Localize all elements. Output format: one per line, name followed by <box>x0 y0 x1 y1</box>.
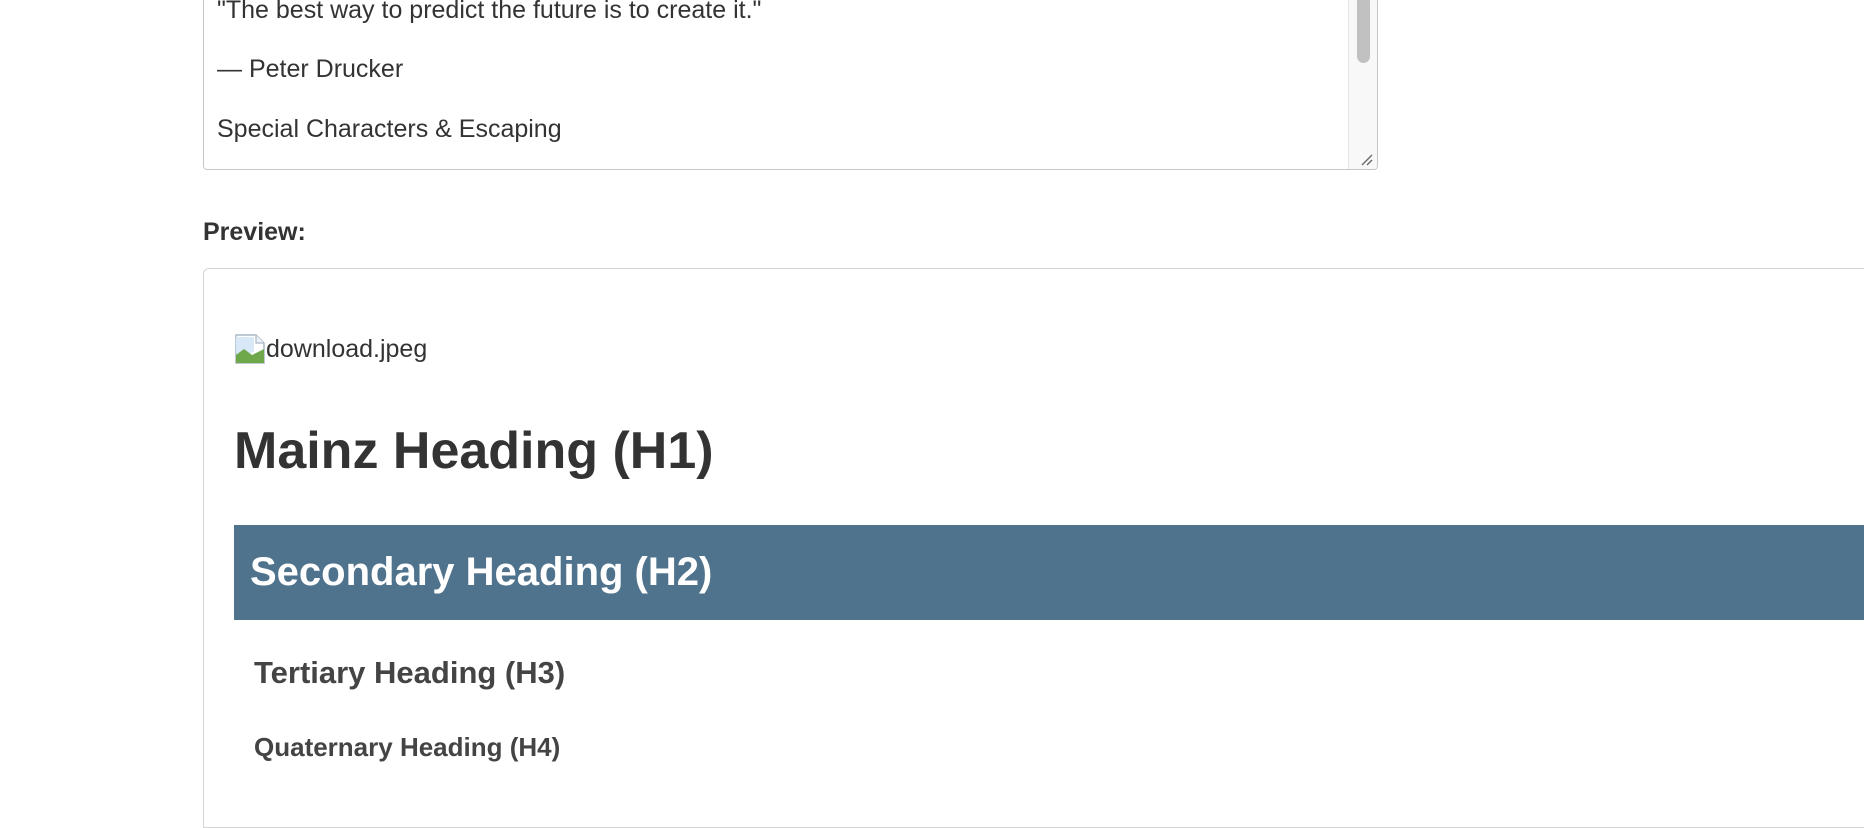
preview-heading-h2-bar: Secondary Heading (H2) <box>234 525 1864 620</box>
resize-grip-icon[interactable] <box>1359 152 1373 166</box>
preview-heading-h2: Secondary Heading (H2) <box>250 550 713 594</box>
editor-scrollbar[interactable] <box>1348 0 1377 169</box>
preview-heading-h3: Tertiary Heading (H3) <box>254 655 566 690</box>
preview-panel: download.jpeg Mainz Heading (H1) Seconda… <box>203 268 1864 828</box>
preview-heading-h1: Mainz Heading (H1) <box>234 422 714 480</box>
editor-line-quote: "The best way to predict the future is t… <box>217 0 762 24</box>
preview-label: Preview: <box>203 218 306 246</box>
markdown-editor-textarea[interactable]: "The best way to predict the future is t… <box>203 0 1378 170</box>
preview-heading-h4: Quaternary Heading (H4) <box>254 732 561 762</box>
editor-scrollbar-thumb[interactable] <box>1357 0 1370 63</box>
editor-line-author: — Peter Drucker <box>217 55 404 83</box>
editor-line-section: Special Characters & Escaping <box>217 115 562 143</box>
preview-image-alt-text: download.jpeg <box>266 334 428 363</box>
preview-image: download.jpeg <box>234 333 427 365</box>
broken-image-icon <box>235 334 265 364</box>
